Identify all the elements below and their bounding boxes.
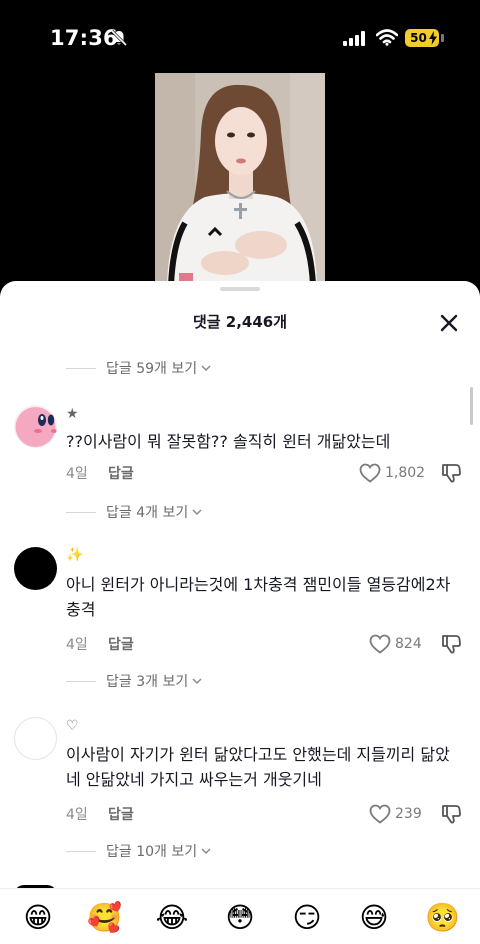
comment-meta: 4일 답글 <box>66 805 134 823</box>
view-replies-label: 답글 3개 보기 <box>106 674 189 690</box>
scrollbar[interactable] <box>470 387 473 425</box>
comment-text: 이사람이 자기가 윈터 닮았다고도 안했는데 지들끼리 닮았네 안닮았네 가지고… <box>66 745 450 789</box>
chevron-down-icon <box>201 848 211 855</box>
comment-text: 아니 윈터가 아니라는것에 1차충격 잼민이들 열등감에2차 충격 <box>66 575 451 619</box>
comment-date: 4일 <box>66 807 88 823</box>
video-preview[interactable] <box>155 73 325 285</box>
reply-button[interactable]: 답글 <box>108 634 134 654</box>
divider-line <box>66 680 96 682</box>
comment-text: ??이사람이 뭐 잘못함?? 솔직히 윈터 개닮았는데 <box>66 432 391 451</box>
emoji-flushed[interactable]: 😳 <box>223 901 257 935</box>
emoji-quick-bar: 😁 🥰 😂 😳 😏 😅 🥺 <box>0 888 480 944</box>
battery-level: 50 <box>410 31 427 45</box>
emoji-tears-of-joy[interactable]: 😂 <box>155 901 189 935</box>
dislike-icon[interactable] <box>440 462 462 484</box>
like-button[interactable]: 1,802 <box>359 462 425 484</box>
reply-button[interactable]: 답글 <box>108 804 134 824</box>
close-icon[interactable] <box>436 310 462 336</box>
battery-indicator: 50 <box>405 29 439 47</box>
like-button[interactable]: 824 <box>369 633 422 655</box>
like-count: 239 <box>395 806 422 822</box>
emoji-smirk[interactable]: 😏 <box>290 901 324 935</box>
like-button[interactable]: 239 <box>369 803 422 825</box>
cellular-signal-icon <box>343 31 365 46</box>
avatar[interactable] <box>14 717 57 760</box>
kirby-avatar-image <box>14 405 57 448</box>
comment-meta: 4일 답글 <box>66 635 134 653</box>
like-count: 1,802 <box>385 465 426 481</box>
chevron-down-icon <box>192 509 202 516</box>
comments-sheet: 댓글 2,446개 답글 59개 보기 ★ ??이사람이 뭐 잘못함?? 솔직히… <box>0 281 480 944</box>
status-bar: 17:36 50 <box>0 0 480 72</box>
chevron-down-icon <box>192 678 202 685</box>
heart-icon <box>369 634 391 654</box>
dislike-icon[interactable] <box>440 803 462 825</box>
comment-meta: 4일 답글 <box>66 464 134 482</box>
emoji-grin[interactable]: 😁 <box>21 901 55 935</box>
divider-line <box>66 850 96 852</box>
reply-button[interactable]: 답글 <box>108 463 134 483</box>
divider-line <box>66 511 96 513</box>
view-replies-label: 답글 10개 보기 <box>106 844 198 860</box>
bell-off-icon <box>110 29 128 47</box>
comments-title: 댓글 2,446개 <box>192 313 288 331</box>
heart-icon <box>369 804 391 824</box>
emoji-pleading[interactable]: 🥺 <box>425 901 460 935</box>
view-replies-button[interactable]: 답글 10개 보기 <box>66 841 212 861</box>
emoji-hearts[interactable]: 🥰 <box>87 901 122 935</box>
battery-cap <box>441 34 444 42</box>
view-replies-button[interactable]: 답글 59개 보기 <box>66 358 212 378</box>
charging-bolt-icon <box>429 31 437 45</box>
drag-handle[interactable] <box>220 287 260 291</box>
view-replies-label: 답글 59개 보기 <box>106 361 198 377</box>
comment-username[interactable]: ★ <box>66 406 79 422</box>
comment-date: 4일 <box>66 637 88 653</box>
comment-username[interactable]: ♡ <box>66 718 79 734</box>
status-time: 17:36 <box>50 26 118 50</box>
video-frame-image <box>155 73 325 285</box>
emoji-sweat-smile[interactable]: 😅 <box>357 901 391 935</box>
avatar[interactable] <box>14 547 57 590</box>
heart-icon <box>359 463 381 483</box>
view-replies-button[interactable]: 답글 4개 보기 <box>66 502 203 522</box>
divider-line <box>66 367 96 369</box>
view-replies-button[interactable]: 답글 3개 보기 <box>66 671 203 691</box>
wifi-icon <box>376 29 398 46</box>
like-count: 824 <box>395 636 422 652</box>
dislike-icon[interactable] <box>440 633 462 655</box>
comment-username[interactable]: ✨ <box>66 547 83 563</box>
avatar[interactable] <box>14 405 57 448</box>
chevron-down-icon <box>201 365 211 372</box>
view-replies-label: 답글 4개 보기 <box>106 505 189 521</box>
comment-date: 4일 <box>66 466 88 482</box>
